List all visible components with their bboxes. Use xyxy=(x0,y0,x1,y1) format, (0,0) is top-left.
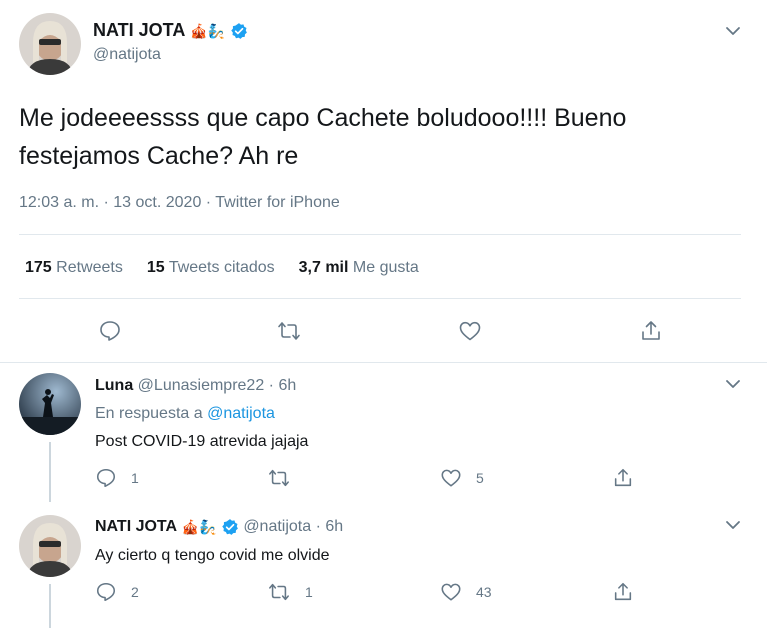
thread-line xyxy=(49,584,51,628)
like-count: 5 xyxy=(476,470,484,486)
reply-author-handle[interactable]: @natijota xyxy=(243,518,311,535)
tweet-stats: 175 Retweets 15 Tweets citados 3,7 mil M… xyxy=(25,259,419,277)
reply-count: 2 xyxy=(131,584,139,600)
like-action[interactable]: 43 xyxy=(440,581,492,603)
divider xyxy=(0,362,767,363)
reply-avatar-natijota[interactable] xyxy=(19,515,81,577)
reply-header: Luna @Lunasiempre22 · 6h xyxy=(95,377,296,395)
divider xyxy=(19,298,741,299)
author-emojis: 🎪🧞 xyxy=(181,518,217,535)
reply-action[interactable]: 2 xyxy=(95,581,139,603)
reply-author-handle[interactable]: @Lunasiempre22 xyxy=(138,377,265,394)
reply-to-handle-link[interactable]: @natijota xyxy=(207,405,275,422)
thread-line xyxy=(49,442,51,502)
retweet-icon xyxy=(269,583,289,601)
retweet-action[interactable] xyxy=(267,467,305,489)
reply-to-line: En respuesta a @natijota xyxy=(95,405,275,423)
reply-time[interactable]: · 6h xyxy=(316,518,344,535)
like-action[interactable]: 5 xyxy=(440,467,484,489)
reply-text: Post COVID-19 atrevida jajaja xyxy=(95,433,309,450)
quotes-stat[interactable]: 15 Tweets citados xyxy=(147,259,275,277)
main-author-name[interactable]: NATI JOTA 🎪🧞 xyxy=(93,20,248,41)
divider xyxy=(19,234,741,235)
author-emojis: 🎪🧞 xyxy=(190,22,226,39)
main-avatar[interactable] xyxy=(19,13,81,75)
retweets-label: Retweets xyxy=(56,259,123,276)
reply-author-name[interactable]: NATI JOTA xyxy=(95,518,177,535)
reply-text: Ay cierto q tengo covid me olvide xyxy=(95,547,330,564)
retweet-action[interactable]: 1 xyxy=(267,581,313,603)
main-author-handle[interactable]: @natijota xyxy=(93,46,161,64)
retweets-stat[interactable]: 175 Retweets xyxy=(25,259,123,277)
like-icon[interactable] xyxy=(457,319,483,343)
likes-stat[interactable]: 3,7 mil Me gusta xyxy=(299,259,419,277)
like-icon xyxy=(441,469,461,487)
quotes-label: Tweets citados xyxy=(168,259,275,276)
chevron-down-icon[interactable] xyxy=(724,375,742,393)
share-icon[interactable] xyxy=(638,319,664,343)
like-count: 43 xyxy=(476,584,492,600)
reply-time[interactable]: · 6h xyxy=(269,377,297,394)
main-tweet-text: Me jodeeeessss que capo Cachete boludooo… xyxy=(19,104,627,170)
reply-icon[interactable] xyxy=(97,319,123,343)
reply-icon xyxy=(96,582,116,602)
retweet-icon[interactable] xyxy=(276,319,302,343)
share-action[interactable] xyxy=(612,467,634,489)
reply-icon xyxy=(96,468,116,488)
retweet-count: 1 xyxy=(305,584,313,600)
reply-count: 1 xyxy=(131,470,139,486)
verified-badge-icon xyxy=(231,23,248,40)
quotes-count: 15 xyxy=(146,259,165,276)
share-icon xyxy=(614,582,632,601)
reply-action[interactable]: 1 xyxy=(95,467,139,489)
author-name-text: NATI JOTA xyxy=(93,20,186,40)
verified-badge-icon xyxy=(222,519,238,535)
retweets-count: 175 xyxy=(25,259,52,276)
reply-author-name[interactable]: Luna xyxy=(95,377,133,394)
reply-avatar-luna[interactable] xyxy=(19,373,81,435)
tweet-timestamp[interactable]: 12:03 a. m. · 13 oct. 2020 · Twitter for… xyxy=(19,194,340,212)
like-icon xyxy=(441,583,461,601)
chevron-down-icon[interactable] xyxy=(724,22,742,40)
share-action[interactable] xyxy=(612,581,634,603)
likes-count: 3,7 mil xyxy=(298,259,349,276)
reply-to-label: En respuesta a xyxy=(95,405,203,422)
share-icon xyxy=(614,468,632,487)
chevron-down-icon[interactable] xyxy=(724,516,742,534)
retweet-icon xyxy=(269,469,289,487)
reply-header: NATI JOTA 🎪🧞 @natijota · 6h xyxy=(95,518,343,536)
likes-label: Me gusta xyxy=(352,259,419,276)
